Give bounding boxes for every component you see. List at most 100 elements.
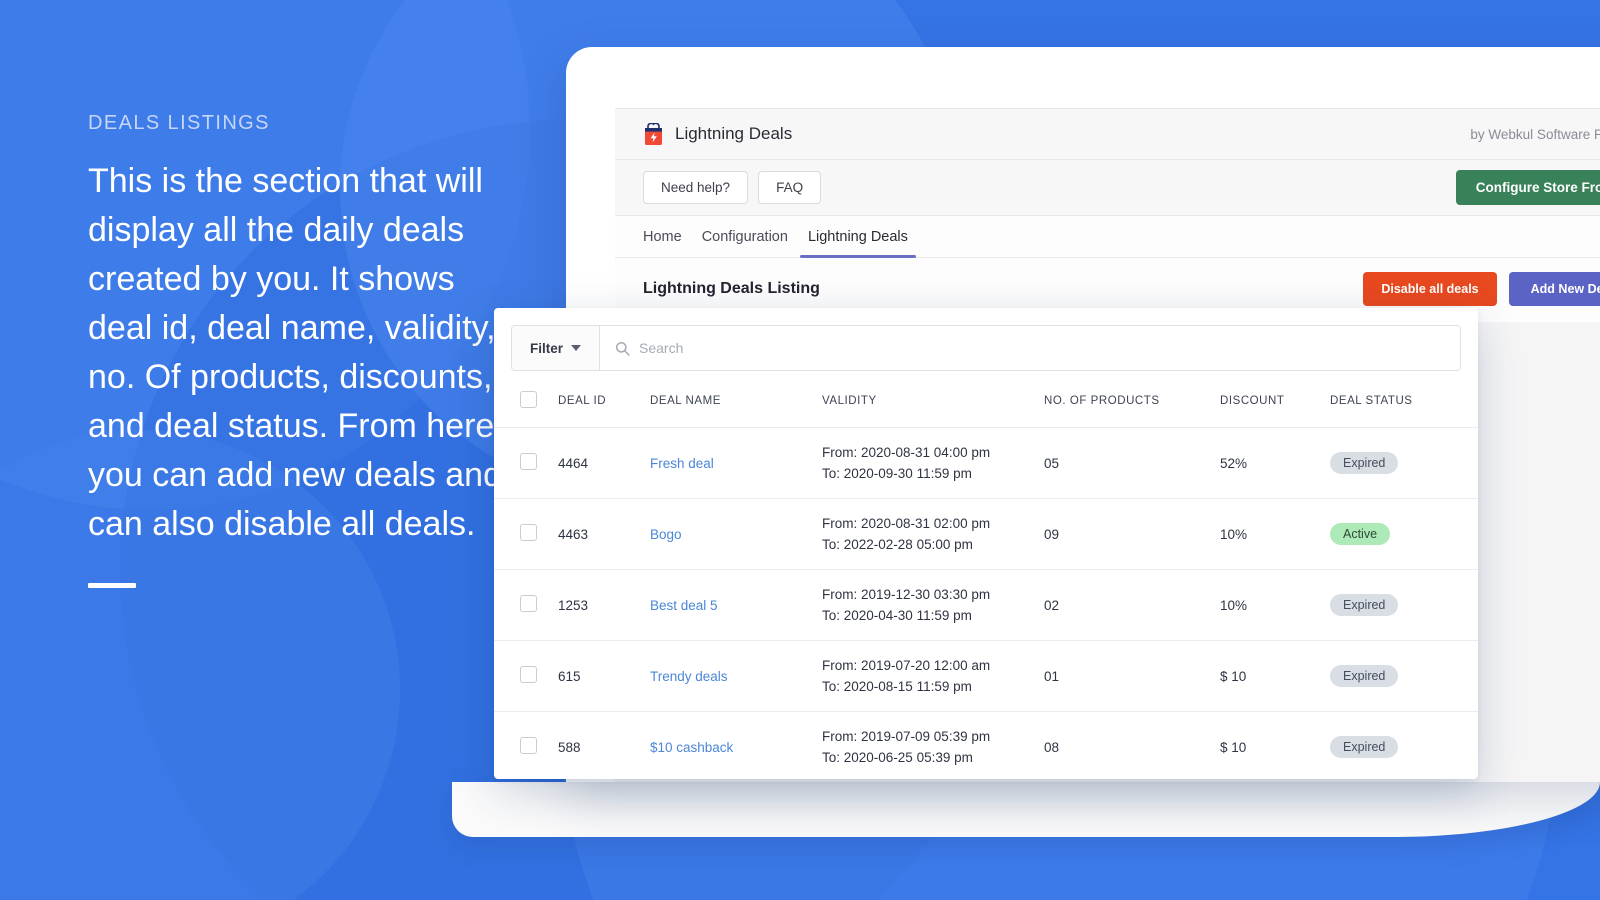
status-badge: Active bbox=[1330, 522, 1391, 546]
deal-name-link[interactable]: $10 cashback bbox=[650, 740, 733, 755]
table-header-row: DEAL ID DEAL NAME VALIDITY NO. OF PRODUC… bbox=[494, 371, 1478, 428]
cell-deal-name: Best deal 5 bbox=[650, 569, 822, 641]
row-checkbox[interactable] bbox=[520, 524, 537, 541]
cell-deal-id: 1253 bbox=[558, 569, 650, 641]
column-header-deal-status[interactable]: DEAL STATUS bbox=[1330, 371, 1478, 428]
column-header-discount[interactable]: DISCOUNT bbox=[1220, 371, 1330, 428]
validity-to: To: 2020-09-30 11:59 pm bbox=[822, 466, 972, 481]
deal-name-link[interactable]: Bogo bbox=[650, 527, 682, 542]
search-field-wrapper[interactable] bbox=[600, 326, 1460, 370]
deal-name-link[interactable]: Trendy deals bbox=[650, 669, 728, 684]
cell-no-of-products: 05 bbox=[1044, 427, 1220, 499]
validity-to: To: 2020-04-30 11:59 pm bbox=[822, 608, 972, 623]
validity-to: To: 2022-02-28 05:00 pm bbox=[822, 537, 973, 552]
cell-discount: $ 10 bbox=[1220, 711, 1330, 779]
tab-configuration[interactable]: Configuration bbox=[692, 216, 798, 257]
status-badge: Expired bbox=[1330, 735, 1399, 759]
deals-table-head: DEAL ID DEAL NAME VALIDITY NO. OF PRODUC… bbox=[494, 371, 1478, 428]
column-header-validity[interactable]: VALIDITY bbox=[822, 371, 1044, 428]
add-new-deal-button[interactable]: Add New Deal bbox=[1508, 271, 1600, 307]
cell-deal-status: Expired bbox=[1330, 427, 1478, 499]
need-help-button[interactable]: Need help? bbox=[643, 170, 749, 205]
column-header-no-of-products[interactable]: NO. OF PRODUCTS bbox=[1044, 371, 1220, 428]
table-row[interactable]: 4463 Bogo From: 2020-08-31 02:00 pm To: … bbox=[494, 498, 1478, 570]
configure-store-front-button[interactable]: Configure Store Front bbox=[1455, 169, 1600, 206]
validity-from: From: 2020-08-31 04:00 pm bbox=[822, 445, 991, 460]
app-nav-tabs: Home Configuration Lightning Deals bbox=[615, 216, 1600, 258]
table-row[interactable]: 1253 Best deal 5 From: 2019-12-30 03:30 … bbox=[494, 569, 1478, 641]
status-badge: Expired bbox=[1330, 664, 1399, 688]
promo-stage: DEALS LISTINGS This is the section that … bbox=[0, 0, 1600, 900]
cell-deal-status: Active bbox=[1330, 498, 1478, 570]
filter-label: Filter bbox=[530, 340, 564, 356]
cell-deal-status: Expired bbox=[1330, 569, 1478, 641]
disable-all-deals-button[interactable]: Disable all deals bbox=[1363, 271, 1497, 307]
cell-no-of-products: 02 bbox=[1044, 569, 1220, 641]
promo-rule-divider bbox=[88, 583, 136, 588]
cell-discount: 52% bbox=[1220, 427, 1330, 499]
table-row[interactable]: 588 $10 cashback From: 2019-07-09 05:39 … bbox=[494, 711, 1478, 779]
row-select-cell bbox=[494, 711, 558, 779]
deals-listing-panel: Filter Search DEAL ID DEAL NAME VALIDITY… bbox=[494, 308, 1478, 779]
select-all-checkbox[interactable] bbox=[520, 391, 537, 408]
validity-from: From: 2019-12-30 03:30 pm bbox=[822, 587, 991, 602]
column-header-deal-name[interactable]: DEAL NAME bbox=[650, 371, 822, 428]
row-select-cell bbox=[494, 569, 558, 641]
promo-headline: This is the section that will display al… bbox=[88, 162, 502, 543]
faq-button[interactable]: FAQ bbox=[758, 170, 822, 205]
validity-from: From: 2020-08-31 02:00 pm bbox=[822, 516, 991, 531]
validity-to: To: 2020-06-25 05:39 pm bbox=[822, 750, 973, 765]
app-vendor-label: by Webkul Software Pvt Ltd bbox=[1470, 126, 1600, 142]
cell-validity: From: 2020-08-31 04:00 pm To: 2020-09-30… bbox=[822, 427, 1044, 499]
cell-no-of-products: 09 bbox=[1044, 498, 1220, 570]
cell-validity: From: 2019-12-30 03:30 pm To: 2020-04-30… bbox=[822, 569, 1044, 641]
search-input[interactable] bbox=[639, 340, 1445, 356]
filter-dropdown-button[interactable]: Filter bbox=[512, 326, 601, 370]
deals-table-body: 4464 Fresh deal From: 2020-08-31 04:00 p… bbox=[494, 427, 1478, 779]
status-badge: Expired bbox=[1330, 593, 1399, 617]
monitor-base bbox=[452, 782, 1600, 837]
chevron-down-icon bbox=[571, 345, 582, 351]
cell-discount: $ 10 bbox=[1220, 640, 1330, 712]
deal-name-link[interactable]: Fresh deal bbox=[650, 456, 714, 471]
table-row[interactable]: 4464 Fresh deal From: 2020-08-31 04:00 p… bbox=[494, 427, 1478, 499]
promo-copy: DEALS LISTINGS This is the section that … bbox=[88, 112, 518, 588]
app-topbar: Lightning Deals by Webkul Software Pvt L… bbox=[615, 108, 1600, 160]
tab-lightning-deals[interactable]: Lightning Deals bbox=[798, 216, 918, 258]
row-select-cell bbox=[494, 498, 558, 570]
row-checkbox[interactable] bbox=[520, 453, 537, 470]
shopping-bag-lightning-icon bbox=[643, 122, 664, 146]
validity-from: From: 2019-07-20 12:00 am bbox=[822, 658, 991, 673]
tab-home[interactable]: Home bbox=[643, 216, 692, 257]
status-badge: Expired bbox=[1330, 451, 1399, 475]
filter-search-bar: Filter bbox=[511, 325, 1461, 371]
column-header-deal-id[interactable]: DEAL ID bbox=[558, 371, 650, 428]
validity-to: To: 2020-08-15 11:59 pm bbox=[822, 679, 972, 694]
deal-name-link[interactable]: Best deal 5 bbox=[650, 598, 718, 613]
cell-validity: From: 2019-07-09 05:39 pm To: 2020-06-25… bbox=[822, 711, 1044, 779]
select-all-header bbox=[494, 371, 558, 428]
search-icon bbox=[615, 341, 630, 356]
cell-deal-id: 4464 bbox=[558, 427, 650, 499]
deals-table: DEAL ID DEAL NAME VALIDITY NO. OF PRODUC… bbox=[494, 371, 1478, 779]
row-checkbox[interactable] bbox=[520, 666, 537, 683]
cell-deal-name: $10 cashback bbox=[650, 711, 822, 779]
validity-from: From: 2019-07-09 05:39 pm bbox=[822, 729, 991, 744]
app-title: Lightning Deals bbox=[675, 124, 793, 143]
cell-deal-name: Bogo bbox=[650, 498, 822, 570]
table-row[interactable]: 615 Trendy deals From: 2019-07-20 12:00 … bbox=[494, 640, 1478, 712]
page-title: Lightning Deals Listing bbox=[643, 280, 820, 297]
cell-deal-id: 615 bbox=[558, 640, 650, 712]
promo-kicker: DEALS LISTINGS bbox=[88, 112, 270, 134]
cell-validity: From: 2019-07-20 12:00 am To: 2020-08-15… bbox=[822, 640, 1044, 712]
cell-deal-id: 4463 bbox=[558, 498, 650, 570]
cell-deal-name: Trendy deals bbox=[650, 640, 822, 712]
page-header-actions: Disable all deals Add New Deal bbox=[1363, 271, 1600, 307]
cell-deal-status: Expired bbox=[1330, 640, 1478, 712]
cell-discount: 10% bbox=[1220, 569, 1330, 641]
cell-discount: 10% bbox=[1220, 498, 1330, 570]
cell-no-of-products: 08 bbox=[1044, 711, 1220, 779]
cell-deal-id: 588 bbox=[558, 711, 650, 779]
row-checkbox[interactable] bbox=[520, 595, 537, 612]
row-checkbox[interactable] bbox=[520, 737, 537, 754]
